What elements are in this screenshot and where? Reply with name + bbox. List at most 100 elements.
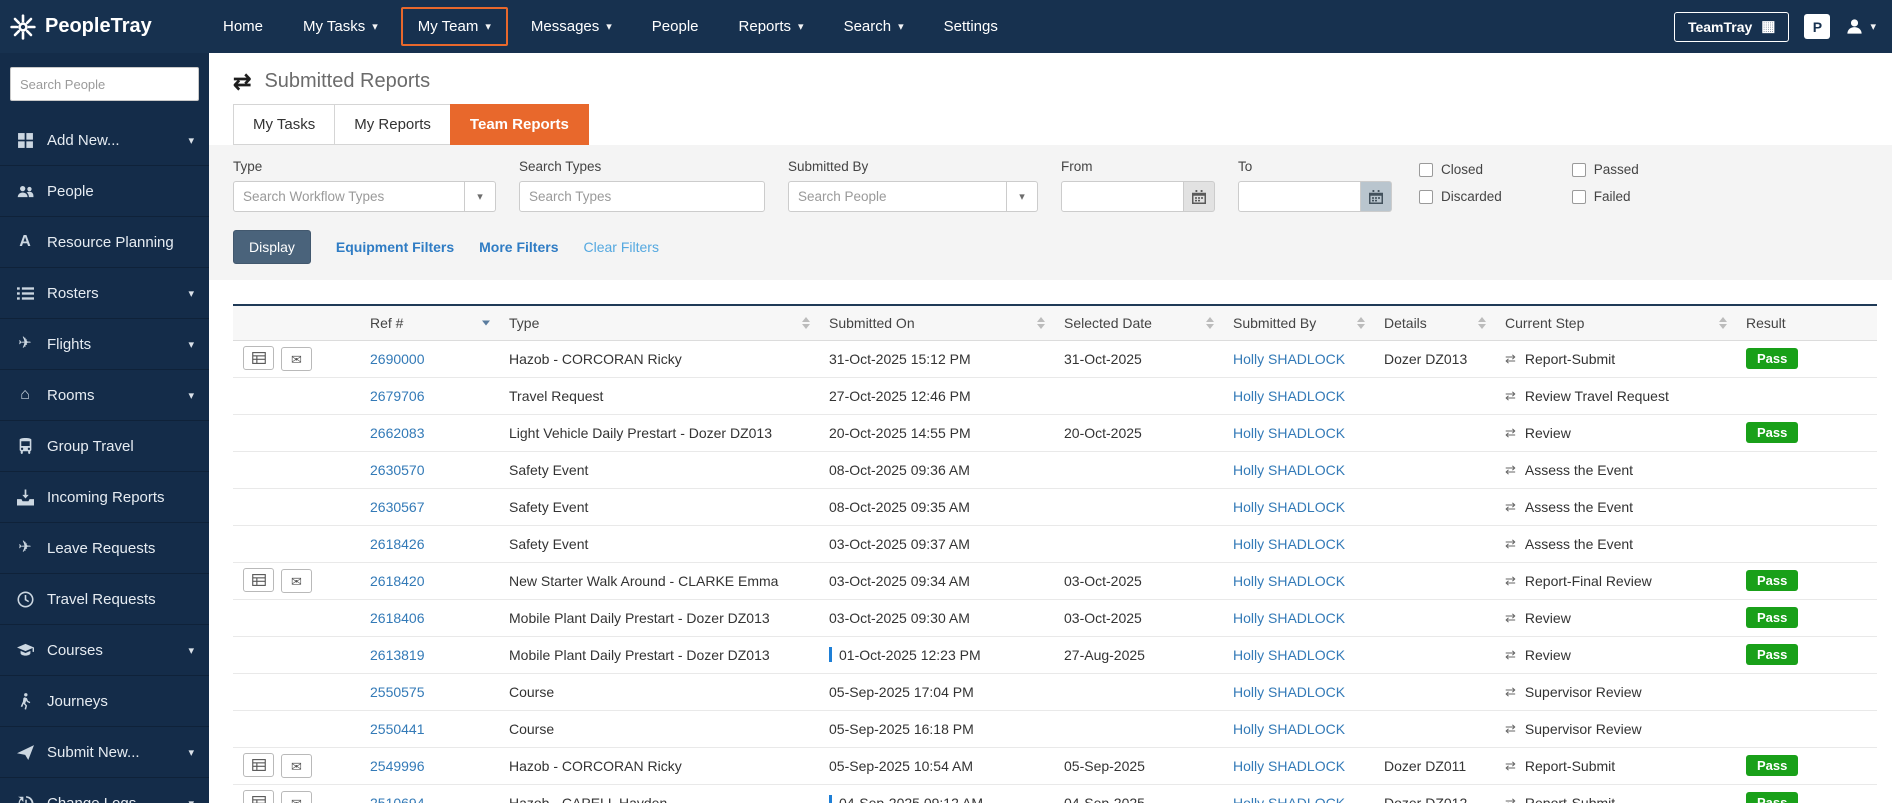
- ref-link[interactable]: 2630567: [370, 499, 425, 515]
- filter-to-label: To: [1238, 159, 1253, 174]
- ref-link[interactable]: 2618426: [370, 536, 425, 552]
- tab-my-reports[interactable]: My Reports: [334, 104, 450, 145]
- topnav-item-messages[interactable]: Messages ▾: [514, 7, 629, 46]
- result-cell: [1736, 673, 1877, 711]
- tab-team-reports[interactable]: Team Reports: [449, 104, 589, 145]
- submitted-by-link[interactable]: Holly SHADLOCK: [1233, 536, 1345, 552]
- result-cell: Pass: [1736, 636, 1877, 674]
- ref-link[interactable]: 2613819: [370, 647, 425, 663]
- topnav-item-label: Settings: [943, 18, 998, 35]
- column-header-submitted-on[interactable]: Submitted On: [819, 304, 1054, 341]
- submitted-on-cell: 05-Sep-2025 10:54 AM: [819, 746, 1054, 785]
- email-report-button[interactable]: ✉: [281, 569, 312, 594]
- search-types-input[interactable]: [519, 181, 765, 212]
- ref-link[interactable]: 2510694: [370, 795, 425, 803]
- ref-link[interactable]: 2630570: [370, 462, 425, 478]
- sidebar-item-leave-requests[interactable]: ✈ Leave Requests: [0, 523, 209, 574]
- type-cell: Safety Event: [499, 488, 819, 526]
- more-filters-link[interactable]: More Filters: [479, 239, 558, 255]
- table-row: 2679706 Travel Request 27-Oct-2025 12:46 P…: [233, 377, 1877, 415]
- email-report-button[interactable]: ✉: [281, 754, 312, 779]
- ref-link[interactable]: 2662083: [370, 425, 425, 441]
- column-header-current-step[interactable]: Current Step: [1495, 304, 1736, 341]
- sidebar-item-courses[interactable]: Courses ▾: [0, 625, 209, 676]
- ref-link[interactable]: 2618420: [370, 573, 425, 589]
- ref-link[interactable]: 2690000: [370, 351, 425, 367]
- to-date-input[interactable]: [1238, 181, 1361, 212]
- submitted-by-link[interactable]: Holly SHADLOCK: [1233, 758, 1345, 774]
- column-header-selected-date[interactable]: Selected Date: [1054, 304, 1223, 341]
- submitted-by-link[interactable]: Holly SHADLOCK: [1233, 721, 1345, 737]
- sidebar-item-journeys[interactable]: Journeys: [0, 676, 209, 727]
- sidebar-item-travel-requests[interactable]: Travel Requests: [0, 574, 209, 625]
- ref-link[interactable]: 2618406: [370, 610, 425, 626]
- topnav-item-reports[interactable]: Reports ▾: [722, 7, 821, 46]
- sidebar-item-people[interactable]: People: [0, 166, 209, 217]
- submitted-by-link[interactable]: Holly SHADLOCK: [1233, 351, 1345, 367]
- sidebar-search-input[interactable]: [10, 67, 199, 101]
- sidebar-item-rooms[interactable]: ⌂ Rooms ▾: [0, 370, 209, 421]
- submitted-by-link[interactable]: Holly SHADLOCK: [1233, 610, 1345, 626]
- topnav-item-my-tasks[interactable]: My Tasks ▾: [286, 7, 395, 46]
- selected-date-cell: 05-Sep-2025: [1054, 746, 1223, 785]
- display-button[interactable]: Display: [233, 230, 311, 264]
- view-report-button[interactable]: [243, 345, 274, 370]
- column-header-details[interactable]: Details: [1374, 304, 1495, 341]
- column-header-ref[interactable]: Ref #: [360, 304, 499, 341]
- actions-cell: ✉: [233, 746, 360, 785]
- workflow-type-input[interactable]: [233, 181, 465, 212]
- sidebar-item-group-travel[interactable]: Group Travel: [0, 421, 209, 472]
- submitted-by-link[interactable]: Holly SHADLOCK: [1233, 388, 1345, 404]
- from-date-input[interactable]: [1061, 181, 1184, 212]
- topnav-item-my-team[interactable]: My Team ▾: [400, 7, 508, 46]
- checkbox-box: [1571, 162, 1586, 177]
- submitted-by-link[interactable]: Holly SHADLOCK: [1233, 425, 1345, 441]
- submitted-by-input[interactable]: [788, 181, 1007, 212]
- teamtray-button[interactable]: TeamTray ▦: [1673, 11, 1790, 42]
- checkbox-discarded[interactable]: Discarded: [1419, 189, 1502, 204]
- sidebar-item-incoming-reports[interactable]: Incoming Reports: [0, 472, 209, 523]
- sidebar-item-submit-new[interactable]: Submit New... ▾: [0, 727, 209, 778]
- user-menu[interactable]: ▾: [1845, 17, 1876, 36]
- column-header-submitted-by[interactable]: Submitted By: [1223, 304, 1374, 341]
- topnav-item-search[interactable]: Search ▾: [827, 7, 921, 46]
- email-report-button[interactable]: ✉: [281, 347, 312, 372]
- view-report-button[interactable]: [243, 752, 274, 777]
- submitted-by-link[interactable]: Holly SHADLOCK: [1233, 647, 1345, 663]
- submitted-by-link[interactable]: Holly SHADLOCK: [1233, 795, 1345, 803]
- ref-link[interactable]: 2679706: [370, 388, 425, 404]
- profile-initial-badge[interactable]: P: [1804, 14, 1831, 39]
- topnav-item-people[interactable]: People: [635, 7, 716, 46]
- from-date-calendar-button[interactable]: [1184, 181, 1215, 212]
- clear-filters-link[interactable]: Clear Filters: [584, 239, 659, 255]
- sidebar-item-change-logs[interactable]: Change Logs ▾: [0, 778, 209, 803]
- submitted-by-link[interactable]: Holly SHADLOCK: [1233, 684, 1345, 700]
- checkbox-closed[interactable]: Closed: [1419, 162, 1502, 177]
- sidebar-item-rosters[interactable]: Rosters ▾: [0, 268, 209, 319]
- submitted-by-cell: Holly SHADLOCK: [1223, 451, 1374, 489]
- checkbox-passed[interactable]: Passed: [1571, 162, 1639, 177]
- ref-link[interactable]: 2550575: [370, 684, 425, 700]
- sidebar-item-resource-planning[interactable]: A Resource Planning: [0, 217, 209, 268]
- sidebar-item-flights[interactable]: ✈ Flights ▾: [0, 319, 209, 370]
- tab-my-tasks[interactable]: My Tasks: [233, 104, 335, 145]
- view-report-button[interactable]: [243, 789, 274, 803]
- submitted-by-link[interactable]: Holly SHADLOCK: [1233, 499, 1345, 515]
- brand[interactable]: PeopleTray: [10, 13, 206, 40]
- workflow-type-dropdown-button[interactable]: ▾: [465, 181, 496, 212]
- submitted-by-link[interactable]: Holly SHADLOCK: [1233, 573, 1345, 589]
- submitted-by-link[interactable]: Holly SHADLOCK: [1233, 462, 1345, 478]
- view-report-button[interactable]: [243, 567, 274, 592]
- ref-link[interactable]: 2549996: [370, 758, 425, 774]
- actions-cell: [233, 525, 360, 563]
- column-header-type[interactable]: Type: [499, 304, 819, 341]
- to-date-calendar-button[interactable]: [1361, 181, 1392, 212]
- topnav-item-settings[interactable]: Settings: [927, 7, 1015, 46]
- checkbox-failed[interactable]: Failed: [1571, 189, 1639, 204]
- sidebar-item-add-new[interactable]: Add New... ▾: [0, 115, 209, 166]
- submitted-by-dropdown-button[interactable]: ▾: [1007, 181, 1038, 212]
- topnav-item-home[interactable]: Home: [206, 7, 280, 46]
- email-report-button[interactable]: ✉: [281, 791, 312, 803]
- ref-link[interactable]: 2550441: [370, 721, 425, 737]
- equipment-filters-link[interactable]: Equipment Filters: [336, 239, 454, 255]
